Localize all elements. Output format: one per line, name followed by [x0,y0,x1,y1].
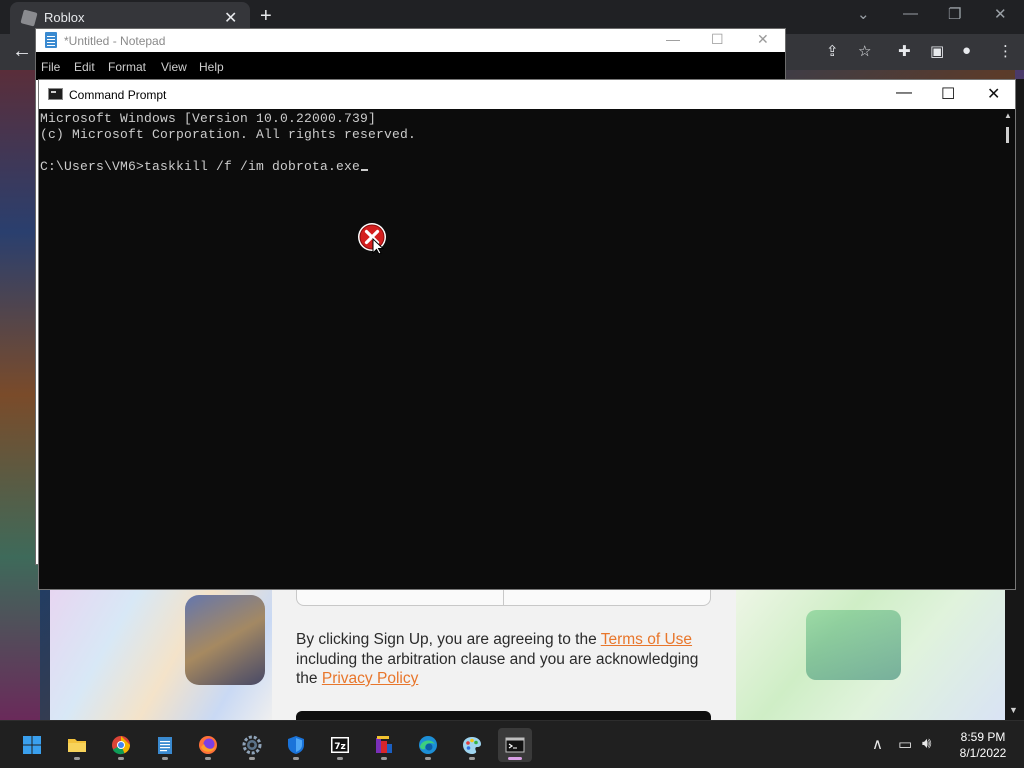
settings-icon [242,735,262,755]
running-indicator [293,757,299,760]
menu-file[interactable]: File [41,60,60,74]
gender-selector[interactable] [296,590,711,606]
taskbar-windows-security[interactable] [279,728,313,762]
taskbar-clock[interactable]: 8:59 PM 8/1/2022 [955,729,1011,761]
roblox-signup-page: By clicking Sign Up, you are agreeing to… [50,590,1006,723]
show-hidden-icons-chevron-icon[interactable]: ∧ [872,735,883,753]
chrome-minimize-icon[interactable]: — [903,5,918,22]
menu-view[interactable]: View [161,60,187,74]
taskbar-firefox[interactable] [191,728,225,762]
notepad-title: *Untitled - Notepad [64,34,166,48]
running-indicator [162,757,168,760]
winrar-icon [376,736,392,753]
network-icon[interactable]: ▭ [898,735,912,753]
notepad-maximize-icon[interactable]: ☐ [711,31,724,48]
command-prompt-window: Command Prompt — ☐ ✕ Microsoft Windows [… [38,79,1016,590]
terms-of-use-link[interactable]: Terms of Use [601,631,692,648]
notepad-minimize-icon[interactable]: — [666,31,680,47]
paint-icon [463,737,481,754]
running-indicator [74,757,80,760]
roblox-favicon-icon [20,9,38,27]
running-indicator [425,757,431,760]
running-indicator [205,757,211,760]
7zip-icon: 7z [331,737,349,753]
cmd-title: Command Prompt [69,88,167,102]
gender-selector-divider [503,590,504,605]
console-line: Microsoft Windows [Version 10.0.22000.73… [40,111,377,126]
firefox-icon [199,736,217,754]
active-app-indicator [508,757,522,760]
taskbar-7zip[interactable]: 7z [323,728,357,762]
cmd-titlebar[interactable]: Command Prompt — ☐ ✕ [39,80,1015,109]
roblox-artwork-right [736,590,1006,720]
start-icon [23,736,41,754]
console-line: (c) Microsoft Corporation. All rights re… [40,127,417,142]
cmd-scrollbar[interactable]: ▲ [974,109,1015,589]
taskbar-chrome[interactable] [104,728,138,762]
taskbar: 7z ∧ ▭ 🔊︎ 8:59 PM 8/1/2022 [0,720,1024,768]
cmd-close-icon[interactable]: ✕ [987,84,1000,104]
taskbar-notepad[interactable] [148,728,182,762]
cmd-maximize-icon[interactable]: ☐ [941,84,955,104]
new-tab-button[interactable]: + [260,5,272,28]
error-x-cursor-icon [358,223,386,254]
cmd-console[interactable]: Microsoft Windows [Version 10.0.22000.73… [39,109,974,589]
running-indicator [469,757,475,760]
clock-time: 8:59 PM [960,730,1006,744]
taskbar-command-prompt[interactable] [498,728,532,762]
running-indicator [381,757,387,760]
windows-security-icon [288,736,304,754]
sidepanel-icon[interactable]: ▣ [930,42,944,60]
taskbar-paint[interactable] [455,728,489,762]
page-artwork-left-edge [0,70,40,720]
text-cursor [361,169,369,171]
svg-text:7z: 7z [334,742,346,752]
chrome-tab-title: Roblox [44,10,85,25]
menu-help[interactable]: Help [199,60,224,74]
taskbar-settings[interactable] [235,728,269,762]
chrome-close-icon[interactable]: ✕ [994,5,1007,23]
bookmark-star-icon[interactable]: ☆ [858,42,871,60]
taskbar-file-explorer[interactable] [60,728,94,762]
chrome-icon [112,736,130,755]
cmd-scrollbar-thumb[interactable] [1006,127,1009,143]
clock-date: 8/1/2022 [959,746,1007,760]
notepad-close-icon[interactable]: ✕ [757,31,769,48]
terms-text-prefix: By clicking Sign Up, you are agreeing to… [296,631,601,648]
chrome-menu-icon[interactable]: ⋮ [998,42,1013,60]
running-indicator [118,757,124,760]
desktop-screen: Roblox ✕ + ⌄ — ❐ ✕ ← ⇪ ☆ ✚ ▣ ● ⋮ By clic… [0,0,1024,768]
menu-edit[interactable]: Edit [74,60,95,74]
scroll-down-arrow-icon[interactable]: ▼ [1009,705,1018,715]
roblox-artwork-left [50,590,272,720]
scroll-up-arrow-icon[interactable]: ▲ [1004,111,1012,120]
taskbar-edge[interactable] [411,728,445,762]
start-button[interactable] [15,728,49,762]
notepad-titlebar[interactable]: *Untitled - Notepad — ☐ ✕ [36,29,785,52]
privacy-policy-link[interactable]: Privacy Policy [322,670,418,687]
tab-search-chevron-icon[interactable]: ⌄ [857,5,870,23]
notepad-icon [45,32,57,48]
volume-icon[interactable]: 🔊︎ [922,735,931,752]
cmd-app-icon [48,88,63,100]
notepad-menubar: File Edit Format View Help [36,52,785,80]
file-explorer-icon [68,739,86,752]
taskbar-winrar[interactable] [367,728,401,762]
extensions-puzzle-icon[interactable]: ✚ [898,42,911,60]
chrome-restore-icon[interactable]: ❐ [948,5,961,23]
profile-icon[interactable]: ● [962,42,971,59]
running-indicator [337,757,343,760]
cmd-minimize-icon[interactable]: — [896,84,912,102]
close-tab-icon[interactable]: ✕ [224,8,237,28]
notepad-icon [158,737,172,754]
menu-format[interactable]: Format [108,60,146,74]
running-indicator [249,757,255,760]
command-prompt-icon [505,737,525,753]
console-prompt-line: C:\Users\VM6>taskkill /f /im dobrota.exe [40,159,369,174]
back-arrow-icon[interactable]: ← [12,40,32,63]
console-command: C:\Users\VM6>taskkill /f /im dobrota.exe [40,159,361,174]
edge-icon [419,736,437,754]
share-icon[interactable]: ⇪ [826,42,839,60]
terms-notice: By clicking Sign Up, you are agreeing to… [296,630,716,689]
